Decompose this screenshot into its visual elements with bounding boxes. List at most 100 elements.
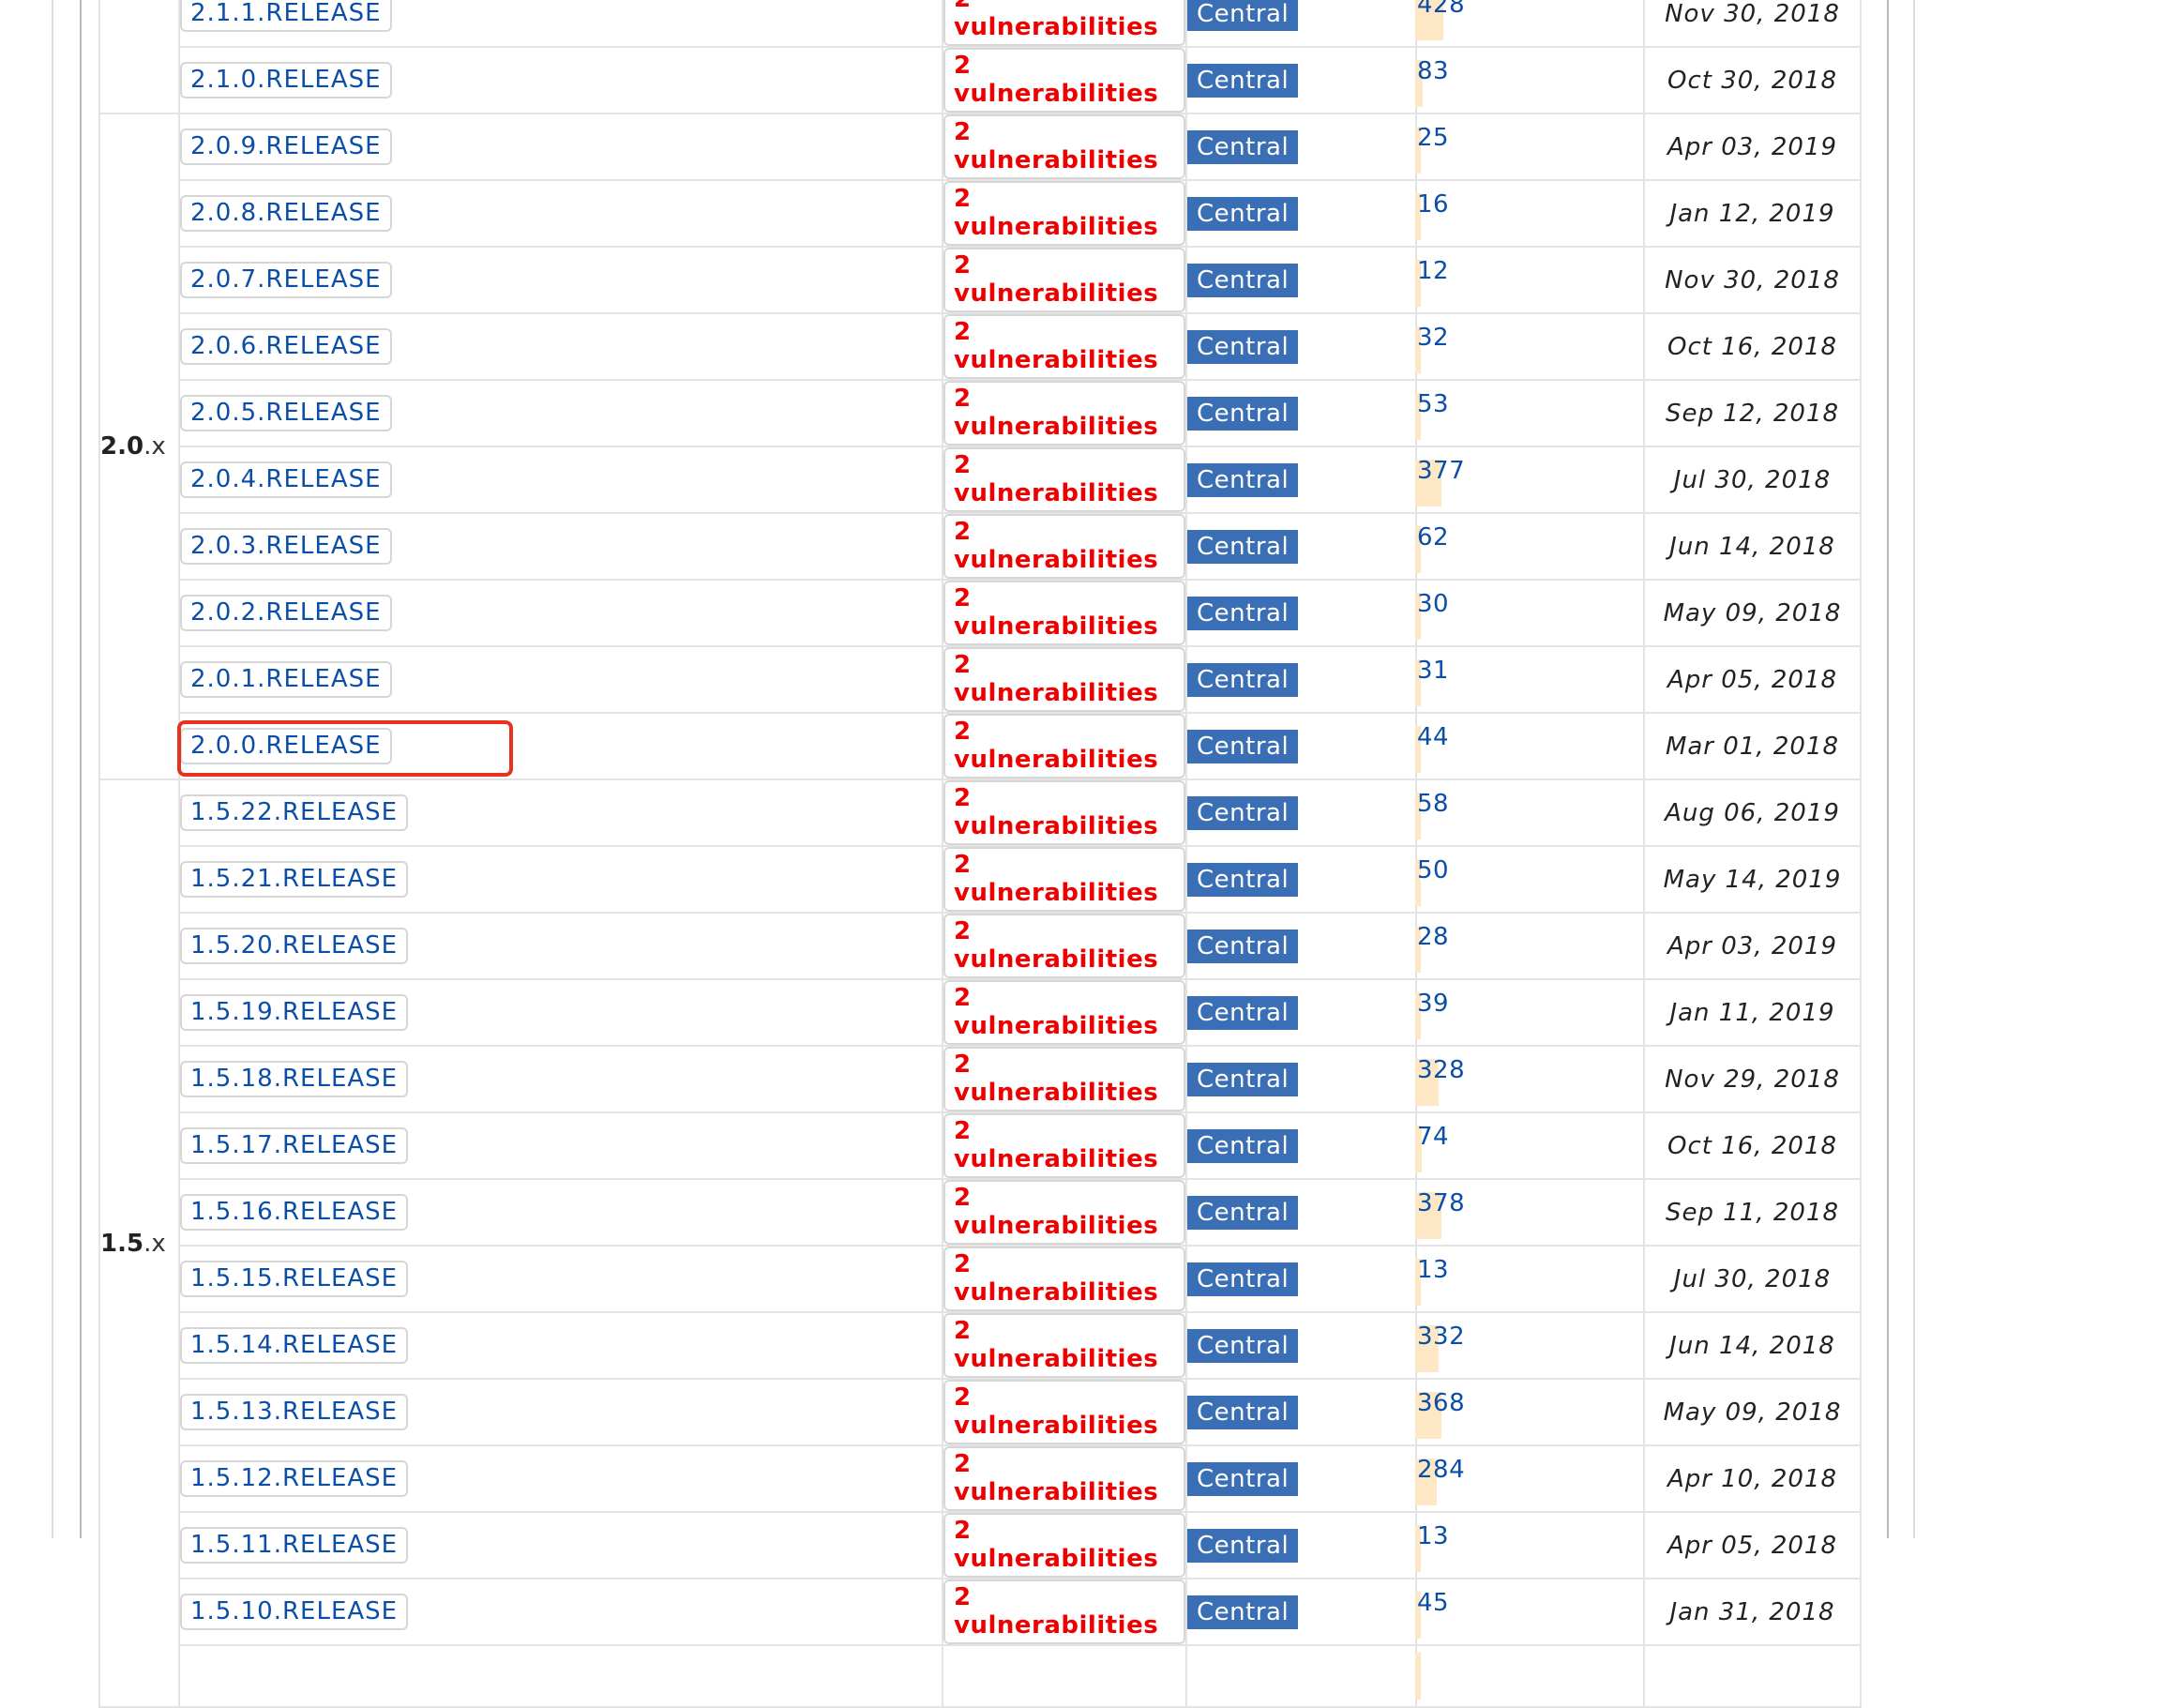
usages-link[interactable]: 39 — [1417, 990, 1449, 1018]
repository-badge[interactable]: Central — [1187, 1128, 1299, 1163]
repository-badge[interactable]: Central — [1187, 129, 1299, 164]
repository-badge[interactable]: Central — [1187, 662, 1299, 697]
version-link[interactable]: 2.0.6.RELEASE — [180, 328, 392, 365]
vulnerabilities-link[interactable]: 2 vulnerabilities — [943, 48, 1185, 113]
vulnerabilities-link[interactable]: 2 vulnerabilities — [943, 581, 1185, 645]
vulnerabilities-link[interactable]: 2 vulnerabilities — [943, 314, 1185, 379]
usages-link[interactable]: 30 — [1417, 590, 1449, 618]
repository-badge[interactable]: Central — [1187, 1062, 1299, 1096]
version-link[interactable]: 1.5.11.RELEASE — [180, 1527, 409, 1564]
repository-badge[interactable]: Central — [1187, 862, 1299, 897]
version-link[interactable]: 2.0.4.RELEASE — [180, 461, 392, 498]
version-link[interactable]: 1.5.20.RELEASE — [180, 928, 409, 964]
vulnerabilities-link[interactable]: 2 vulnerabilities — [943, 248, 1185, 312]
vulnerabilities-link[interactable]: 2 vulnerabilities — [943, 647, 1185, 712]
vulnerabilities-link[interactable]: 2 vulnerabilities — [943, 847, 1185, 912]
version-link[interactable]: 2.0.2.RELEASE — [180, 595, 392, 631]
repository-badge[interactable]: Central — [1187, 0, 1299, 31]
vulnerabilities-link[interactable]: 2 vulnerabilities — [943, 1247, 1185, 1311]
repository-badge[interactable]: Central — [1187, 1262, 1299, 1296]
version-link[interactable]: 2.1.1.RELEASE — [180, 0, 392, 32]
vulnerabilities-link[interactable]: 2 vulnerabilities — [943, 1047, 1185, 1111]
usages-link[interactable]: 13 — [1417, 1522, 1449, 1550]
usages-link[interactable]: 16 — [1417, 190, 1449, 219]
repository-badge[interactable]: Central — [1187, 1595, 1299, 1629]
usages-link[interactable]: 50 — [1417, 856, 1449, 884]
vulnerabilities-link[interactable]: 2 vulnerabilities — [943, 1513, 1185, 1578]
vulnerabilities-link[interactable]: 2 vulnerabilities — [943, 714, 1185, 778]
vulnerabilities-link[interactable]: 2 vulnerabilities — [943, 381, 1185, 446]
vulnerabilities-link[interactable]: 2 vulnerabilities — [943, 181, 1185, 246]
repository-badge[interactable]: Central — [1187, 1528, 1299, 1563]
vulnerabilities-link[interactable]: 2 vulnerabilities — [943, 980, 1185, 1045]
vulnerabilities-link[interactable]: 2 vulnerabilities — [943, 1113, 1185, 1178]
usages-link[interactable]: 428 — [1417, 0, 1465, 19]
vulnerabilities-link[interactable]: 2 vulnerabilities — [943, 447, 1185, 512]
version-link[interactable]: 2.0.9.RELEASE — [180, 128, 392, 165]
version-link[interactable]: 2.0.0.RELEASE — [180, 728, 392, 764]
vulnerabilities-link[interactable]: 2 vulnerabilities — [943, 1380, 1185, 1444]
repository-badge[interactable]: Central — [1187, 1195, 1299, 1230]
vulnerabilities-link[interactable]: 2 vulnerabilities — [943, 1180, 1185, 1245]
vulnerabilities-link[interactable]: 2 vulnerabilities — [943, 1313, 1185, 1378]
repository-badge[interactable]: Central — [1187, 329, 1299, 364]
vulnerabilities-link[interactable]: 2 vulnerabilities — [943, 1580, 1185, 1644]
version-link[interactable]: 1.5.21.RELEASE — [180, 861, 409, 898]
usages-link[interactable]: 12 — [1417, 257, 1449, 285]
repository-badge[interactable]: Central — [1187, 196, 1299, 231]
repository-badge[interactable]: Central — [1187, 63, 1299, 98]
version-link[interactable]: 2.0.8.RELEASE — [180, 195, 392, 232]
usages-link[interactable]: 32 — [1417, 324, 1449, 352]
usages-link[interactable]: 368 — [1417, 1389, 1465, 1417]
usages-link[interactable]: 45 — [1417, 1589, 1449, 1617]
usages-link[interactable]: 31 — [1417, 657, 1449, 685]
version-link[interactable]: 1.5.17.RELEASE — [180, 1127, 409, 1164]
usages-link[interactable]: 58 — [1417, 790, 1449, 818]
usages-link[interactable]: 28 — [1417, 923, 1449, 951]
version-link[interactable]: 2.1.0.RELEASE — [180, 62, 392, 98]
version-link[interactable]: 1.5.12.RELEASE — [180, 1460, 409, 1497]
usages-link[interactable]: 83 — [1417, 57, 1449, 85]
usages-link[interactable]: 378 — [1417, 1189, 1465, 1217]
vulnerabilities-link[interactable]: 2 vulnerabilities — [943, 780, 1185, 845]
version-link[interactable]: 1.5.15.RELEASE — [180, 1261, 409, 1297]
repository-badge[interactable]: Central — [1187, 596, 1299, 630]
usages-link[interactable]: 62 — [1417, 523, 1449, 552]
repository-badge[interactable]: Central — [1187, 729, 1299, 763]
version-link[interactable]: 2.0.1.RELEASE — [180, 661, 392, 698]
version-link[interactable]: 1.5.19.RELEASE — [180, 994, 409, 1031]
version-link[interactable]: 1.5.22.RELEASE — [180, 794, 409, 831]
version-link[interactable]: 1.5.13.RELEASE — [180, 1394, 409, 1430]
usages-link[interactable]: 53 — [1417, 390, 1449, 418]
repository-badge[interactable]: Central — [1187, 396, 1299, 431]
version-link[interactable]: 1.5.16.RELEASE — [180, 1194, 409, 1231]
usages-link[interactable]: 44 — [1417, 723, 1449, 751]
usages-link[interactable]: 328 — [1417, 1056, 1465, 1084]
vulnerabilities-link[interactable]: 2 vulnerabilities — [943, 914, 1185, 978]
vulnerabilities-link[interactable]: 2 vulnerabilities — [943, 514, 1185, 579]
repository-badge[interactable]: Central — [1187, 462, 1299, 497]
usages-link[interactable]: 332 — [1417, 1323, 1465, 1351]
vulnerabilities-link[interactable]: 2 vulnerabilities — [943, 0, 1185, 46]
repository-badge[interactable]: Central — [1187, 1328, 1299, 1363]
repository-badge[interactable]: Central — [1187, 263, 1299, 297]
vulnerabilities-link[interactable]: 2 vulnerabilities — [943, 1446, 1185, 1511]
repository-badge[interactable]: Central — [1187, 995, 1299, 1030]
usages-link[interactable]: 377 — [1417, 457, 1465, 485]
usages-link[interactable]: 25 — [1417, 124, 1449, 152]
usages-link[interactable]: 74 — [1417, 1123, 1449, 1151]
repository-badge[interactable]: Central — [1187, 1395, 1299, 1429]
repository-badge[interactable]: Central — [1187, 1461, 1299, 1496]
usages-link[interactable]: 284 — [1417, 1456, 1465, 1484]
repository-badge[interactable]: Central — [1187, 929, 1299, 963]
repository-badge[interactable]: Central — [1187, 795, 1299, 830]
version-link[interactable]: 1.5.10.RELEASE — [180, 1594, 409, 1630]
version-link[interactable]: 2.0.5.RELEASE — [180, 395, 392, 431]
repository-badge[interactable]: Central — [1187, 529, 1299, 564]
usages-link[interactable]: 13 — [1417, 1256, 1449, 1284]
version-link[interactable]: 2.0.7.RELEASE — [180, 262, 392, 298]
version-link[interactable]: 2.0.3.RELEASE — [180, 528, 392, 565]
version-link[interactable]: 1.5.14.RELEASE — [180, 1327, 409, 1364]
version-link[interactable]: 1.5.18.RELEASE — [180, 1061, 409, 1097]
vulnerabilities-link[interactable]: 2 vulnerabilities — [943, 114, 1185, 179]
